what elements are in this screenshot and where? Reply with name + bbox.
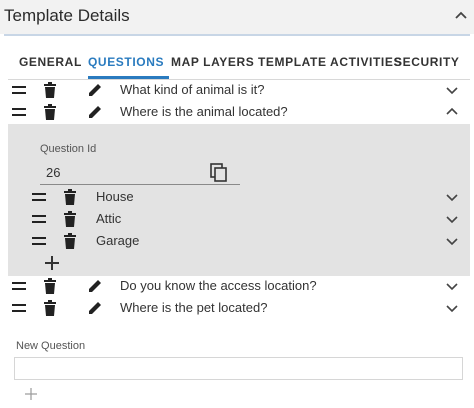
answer-row: Garage — [26, 230, 464, 252]
new-question-input[interactable] — [14, 357, 463, 380]
trash-icon[interactable] — [64, 189, 76, 205]
chevron-up-icon[interactable] — [446, 107, 458, 117]
pencil-icon[interactable] — [87, 300, 103, 316]
pencil-icon[interactable] — [87, 82, 103, 98]
answer-text: Attic — [96, 211, 122, 226]
tab-template-activities[interactable]: TEMPLATE ACTIVITIES — [258, 55, 402, 69]
panel-title: Template Details — [4, 6, 130, 25]
question-row-expanded: Where is the animal located? — [8, 101, 470, 123]
tab-security[interactable]: SECURITY — [394, 55, 459, 69]
answer-row: House — [26, 186, 464, 208]
drag-handle-icon[interactable] — [12, 106, 26, 118]
chevron-up-icon[interactable] — [454, 8, 468, 22]
question-id-underline — [40, 184, 240, 185]
chevron-down-icon[interactable] — [446, 85, 458, 95]
chevron-down-icon[interactable] — [446, 192, 458, 202]
copy-icon[interactable] — [210, 163, 228, 183]
trash-icon[interactable] — [44, 104, 56, 120]
question-text: Where is the pet located? — [120, 300, 268, 315]
chevron-down-icon[interactable] — [446, 236, 458, 246]
header-divider — [4, 34, 470, 36]
chevron-down-icon[interactable] — [446, 303, 458, 313]
question-id-label: Question Id — [40, 143, 97, 155]
trash-icon[interactable] — [44, 300, 56, 316]
question-text: Where is the animal located? — [120, 104, 288, 119]
add-answer-plus-icon[interactable] — [45, 256, 59, 270]
pencil-icon[interactable] — [87, 104, 103, 120]
question-id-field[interactable]: 26 — [46, 165, 60, 180]
question-text: Do you know the access location? — [120, 278, 317, 293]
chevron-down-icon[interactable] — [446, 214, 458, 224]
drag-handle-icon[interactable] — [12, 280, 26, 292]
answer-text: House — [96, 189, 134, 204]
question-detail-panel: Question Id 26 House Attic Garage — [8, 124, 470, 276]
tab-questions[interactable]: QUESTIONS — [88, 55, 164, 69]
question-row: Do you know the access location? — [8, 275, 470, 297]
answer-row: Attic — [26, 208, 464, 230]
drag-handle-icon[interactable] — [12, 84, 26, 96]
tab-bar: GENERAL QUESTIONS MAP LAYERS TEMPLATE AC… — [8, 46, 470, 80]
drag-handle-icon[interactable] — [32, 191, 46, 203]
new-question-label: New Question — [16, 340, 86, 352]
tab-map-layers[interactable]: MAP LAYERS — [171, 55, 254, 69]
drag-handle-icon[interactable] — [32, 235, 46, 247]
trash-icon[interactable] — [44, 278, 56, 294]
answer-text: Garage — [96, 233, 140, 248]
question-text: What kind of animal is it? — [120, 82, 265, 97]
panel-header: Template Details — [0, 0, 474, 34]
drag-handle-icon[interactable] — [12, 302, 26, 314]
question-row: Where is the pet located? — [8, 297, 470, 319]
chevron-down-icon[interactable] — [446, 281, 458, 291]
question-row: What kind of animal is it? — [8, 79, 470, 101]
trash-icon[interactable] — [64, 211, 76, 227]
pencil-icon[interactable] — [87, 278, 103, 294]
add-question-plus-icon[interactable] — [25, 388, 37, 400]
trash-icon[interactable] — [64, 233, 76, 249]
drag-handle-icon[interactable] — [32, 213, 46, 225]
tab-general[interactable]: GENERAL — [19, 55, 82, 69]
trash-icon[interactable] — [44, 82, 56, 98]
